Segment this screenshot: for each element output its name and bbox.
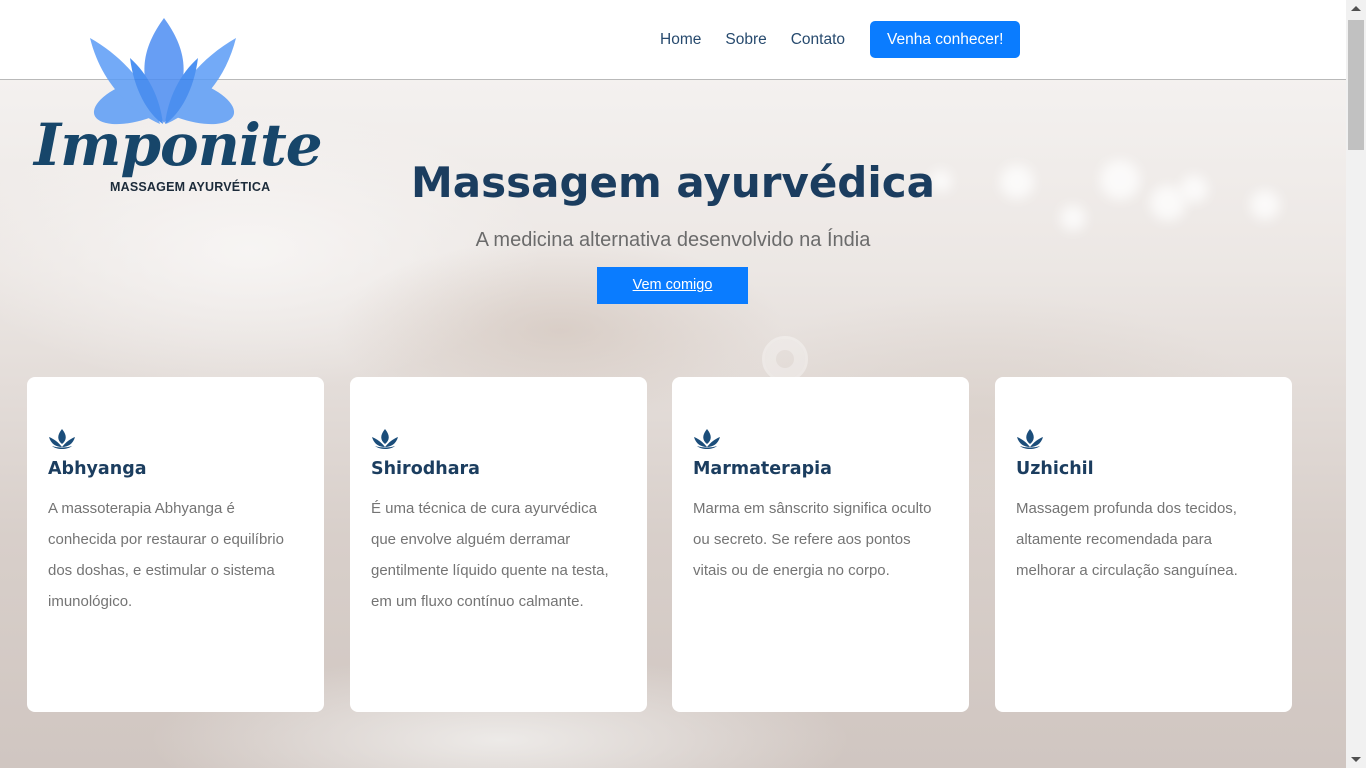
venha-conhecer-button[interactable]: Venha conhecer!: [870, 21, 1021, 58]
scroll-up-arrow-icon[interactable]: [1351, 6, 1361, 11]
nav-about-link[interactable]: Sobre: [725, 31, 766, 49]
card-text: Marma em sânscrito significa oculto ou s…: [693, 500, 932, 579]
logo-wordmark: Imponite: [34, 111, 323, 179]
brand-logo[interactable]: Imponite MASSAGEM AYURVÉTICA: [30, 18, 323, 200]
lotus-icon: [1017, 429, 1043, 449]
lotus-icon: [372, 429, 398, 449]
card-text: É uma técnica de cura ayurvédica que env…: [371, 500, 609, 610]
bokeh-light: [1060, 205, 1086, 231]
logo-tagline: MASSAGEM AYURVÉTICA: [110, 180, 271, 194]
main-nav: Home Sobre Contato Venha conhecer!: [660, 21, 1021, 58]
service-card-uzhichil: Uzhichil Massagem profunda dos tecidos, …: [995, 377, 1292, 712]
nav-contact-link[interactable]: Contato: [791, 31, 845, 49]
card-title: Shirodhara: [371, 459, 480, 479]
service-card-shirodhara: Shirodhara É uma técnica de cura ayurvéd…: [350, 377, 647, 712]
page-scrollbar[interactable]: [1346, 0, 1366, 768]
swirl-decoration: [762, 336, 808, 382]
lotus-icon: [694, 429, 720, 449]
scrollbar-thumb[interactable]: [1348, 20, 1364, 150]
card-text: Massagem profunda dos tecidos, altamente…: [1016, 500, 1238, 579]
lotus-icon: [49, 429, 75, 449]
card-title: Uzhichil: [1016, 459, 1094, 479]
card-text: A massoterapia Abhyanga é conhecida por …: [48, 500, 284, 610]
hero-subtitle: A medicina alternativa desenvolvido na Í…: [475, 229, 871, 251]
service-card-abhyanga: Abhyanga A massoterapia Abhyanga é conhe…: [27, 377, 324, 712]
card-title: Abhyanga: [48, 459, 147, 479]
nav-home-link[interactable]: Home: [660, 31, 701, 49]
service-card-marmaterapia: Marmaterapia Marma em sânscrito signific…: [672, 377, 969, 712]
card-title: Marmaterapia: [693, 459, 832, 479]
vem-comigo-button[interactable]: Vem comigo: [597, 267, 748, 304]
scroll-down-arrow-icon[interactable]: [1351, 757, 1361, 762]
